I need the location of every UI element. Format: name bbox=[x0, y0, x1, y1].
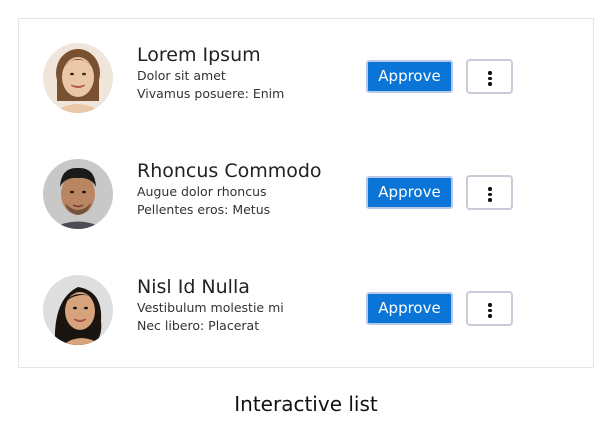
item-subtitle: Vestibulum molestie mi bbox=[137, 300, 284, 315]
approve-button[interactable]: Approve bbox=[366, 176, 453, 209]
list-item-text: Rhoncus Commodo Augue dolor rhoncus Pell… bbox=[137, 159, 357, 219]
list-item-text: Nisl Id Nulla Vestibulum molestie mi Nec… bbox=[137, 275, 357, 335]
more-vertical-icon bbox=[488, 71, 492, 86]
list-item: Lorem Ipsum Dolor sit amet Vivamus posue… bbox=[19, 43, 595, 133]
approve-button[interactable]: Approve bbox=[366, 292, 453, 325]
more-options-button[interactable] bbox=[466, 291, 513, 326]
item-subtitle: Augue dolor rhoncus bbox=[137, 184, 267, 199]
avatar bbox=[43, 159, 113, 229]
avatar bbox=[43, 43, 113, 113]
item-subtitle: Dolor sit amet bbox=[137, 68, 226, 83]
more-options-button[interactable] bbox=[466, 175, 513, 210]
item-name: Lorem Ipsum bbox=[137, 44, 261, 66]
more-vertical-icon bbox=[488, 187, 492, 202]
avatar bbox=[43, 275, 113, 345]
item-detail: Pellentes eros: Metus bbox=[137, 202, 271, 217]
interactive-list: Lorem Ipsum Dolor sit amet Vivamus posue… bbox=[18, 18, 594, 368]
item-name: Nisl Id Nulla bbox=[137, 276, 250, 298]
approve-button[interactable]: Approve bbox=[366, 60, 453, 93]
list-item: Nisl Id Nulla Vestibulum molestie mi Nec… bbox=[19, 275, 595, 365]
item-detail: Nec libero: Placerat bbox=[137, 318, 260, 333]
list-item-text: Lorem Ipsum Dolor sit amet Vivamus posue… bbox=[137, 43, 357, 103]
list-item: Rhoncus Commodo Augue dolor rhoncus Pell… bbox=[19, 159, 595, 249]
page: Lorem Ipsum Dolor sit amet Vivamus posue… bbox=[0, 0, 612, 438]
item-name: Rhoncus Commodo bbox=[137, 160, 322, 182]
item-detail: Vivamus posuere: Enim bbox=[137, 86, 285, 101]
caption: Interactive list bbox=[234, 392, 378, 416]
more-options-button[interactable] bbox=[466, 59, 513, 94]
more-vertical-icon bbox=[488, 303, 492, 318]
